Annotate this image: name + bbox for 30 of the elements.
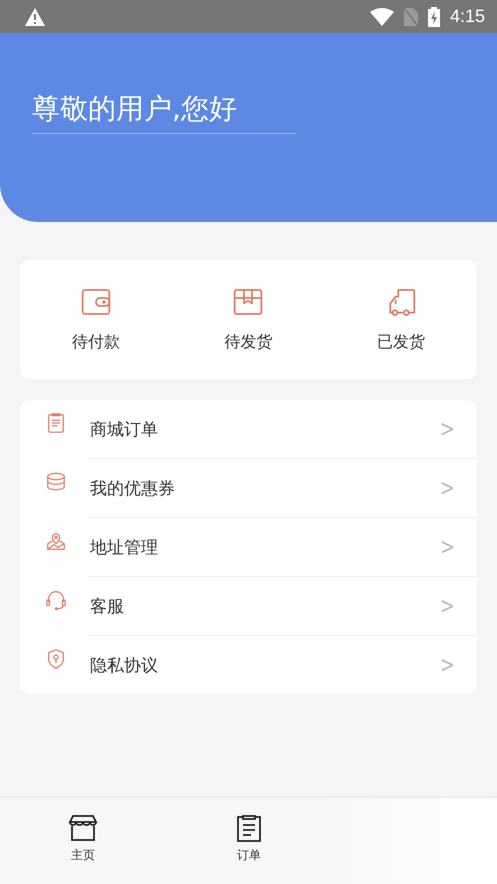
menu-item[interactable]: 我的优惠券 >: [88, 458, 477, 517]
wallet-icon: [80, 286, 112, 318]
storefront-icon: [68, 814, 98, 842]
shield-icon: [45, 648, 67, 670]
menu-item[interactable]: 商城订单 >: [20, 400, 477, 458]
greeting-text: 尊敬的用户,您好: [32, 89, 296, 134]
clipboard-icon: [235, 814, 263, 842]
menu-item[interactable]: 隐私协议 >: [88, 635, 477, 694]
battery-charging-icon: [428, 6, 440, 26]
clock-time: 4:15: [450, 6, 485, 27]
nav-tab[interactable]: 主页: [0, 798, 166, 884]
menu-item[interactable]: 客服 >: [88, 576, 477, 635]
chevron-icon: >: [440, 533, 455, 561]
order-status-button[interactable]: 待发货: [172, 260, 325, 379]
chevron-icon: >: [440, 415, 455, 443]
no-sim-icon: [404, 8, 418, 26]
order-status-button[interactable]: 待付款: [20, 260, 172, 379]
nav-tab[interactable]: 订单: [166, 798, 332, 884]
warning-icon: [24, 6, 46, 26]
coins-icon: [45, 471, 67, 493]
map-pin-icon: [45, 530, 67, 552]
chevron-icon: >: [440, 592, 455, 620]
headset-icon: [45, 589, 67, 611]
chevron-icon: >: [440, 474, 455, 502]
clipboard-icon: [45, 412, 67, 434]
box-icon: [232, 286, 264, 318]
menu-item[interactable]: 地址管理 >: [88, 517, 477, 576]
chevron-icon: >: [440, 651, 455, 679]
order-status-button[interactable]: 已发货: [324, 260, 477, 379]
wifi-icon: [370, 8, 394, 26]
